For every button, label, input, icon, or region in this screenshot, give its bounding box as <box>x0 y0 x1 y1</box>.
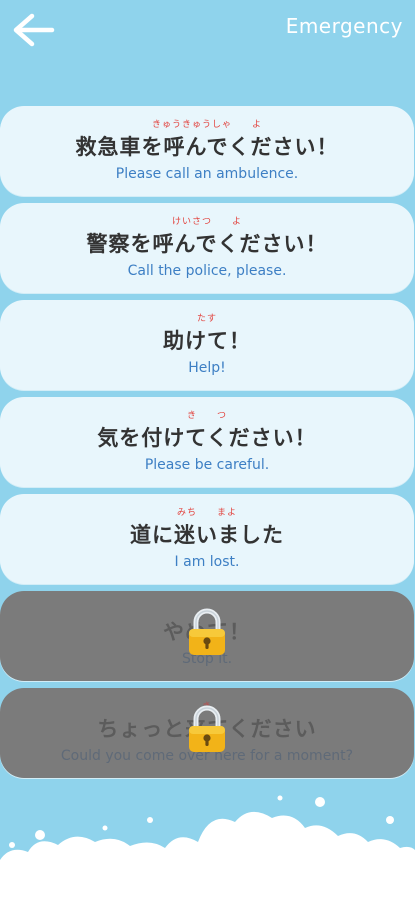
padlock-icon <box>189 705 225 752</box>
japanese-phrase: 道に迷いました <box>130 523 284 547</box>
english-translation: Please call an ambulence. <box>115 166 299 182</box>
english-translation: I am lost. <box>174 554 240 570</box>
back-button[interactable] <box>10 12 56 48</box>
furigana: みち まよ <box>176 508 237 518</box>
clouds-decoration <box>0 795 415 900</box>
furigana: き つ <box>186 411 227 421</box>
japanese-phrase: 気を付けてください！ <box>97 426 317 450</box>
furigana: きゅうきゅうしゃ よ <box>151 120 262 130</box>
phrase-card[interactable]: けいさつ よ 警察を呼んでください！ Call the police, plea… <box>0 203 414 293</box>
japanese-phrase: 助けて！ <box>163 329 251 353</box>
english-translation: Help! <box>188 360 226 376</box>
phrase-card[interactable]: たす 助けて！ Help! <box>0 300 414 390</box>
english-translation: Please be careful. <box>144 457 270 473</box>
furigana: たす <box>196 314 217 324</box>
furigana: けいさつ よ <box>171 217 242 227</box>
arrow-left-icon <box>13 13 55 47</box>
page-title: Emergency <box>285 14 403 38</box>
phrase-card[interactable]: きゅうきゅうしゃ よ 救急車を呼んでください！ Please call an a… <box>0 106 414 196</box>
phrase-card-locked[interactable]: やめて！ Stop it. <box>0 591 414 681</box>
header: Emergency <box>0 0 415 60</box>
japanese-phrase: 救急車を呼んでください！ <box>75 135 339 159</box>
padlock-icon <box>189 608 225 655</box>
phrase-card-locked[interactable]: き ちょっと来てください Could you come over here fo… <box>0 688 414 778</box>
phrase-card[interactable]: みち まよ 道に迷いました I am lost. <box>0 494 414 584</box>
phrase-card[interactable]: き つ 気を付けてください！ Please be careful. <box>0 397 414 487</box>
japanese-phrase: 警察を呼んでください！ <box>86 232 328 256</box>
english-translation: Call the police, please. <box>127 263 287 279</box>
